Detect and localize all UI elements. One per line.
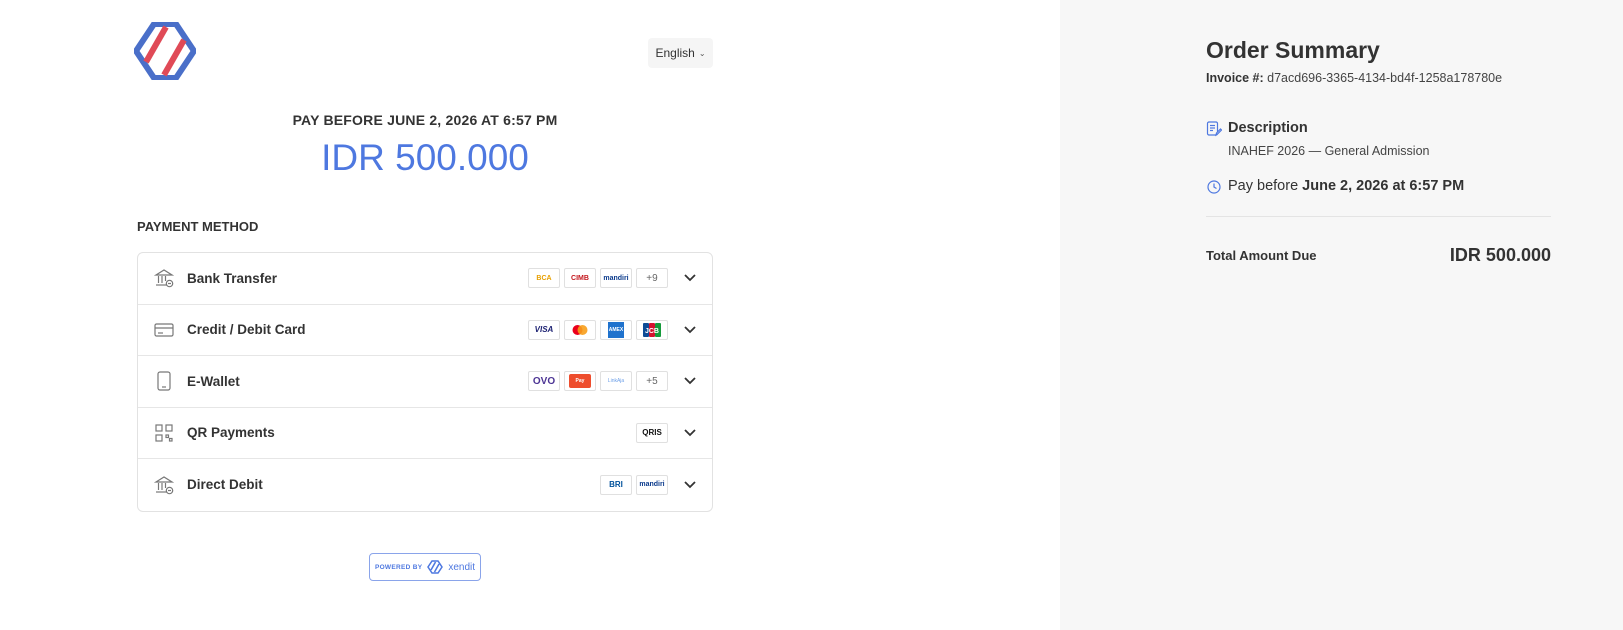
description-label: Description <box>1228 120 1308 136</box>
provider-logo-mastercard <box>564 319 596 340</box>
payment-method-label: Bank Transfer <box>187 270 278 286</box>
provider-logo-amex: AMEX <box>600 319 632 340</box>
payment-method-label: E-Wallet <box>187 373 240 389</box>
language-label: English <box>655 46 695 60</box>
xendit-logo-icon <box>427 560 444 574</box>
payment-method-bank-transfer[interactable]: Bank Transfer BCA CIMB mandiri +9 <box>138 253 712 305</box>
provider-logo-ovo: OVO <box>528 371 560 392</box>
provider-logos: VISA AMEX JCB <box>528 319 668 340</box>
provider-logo-bri: BRI <box>600 474 632 495</box>
chevron-down-icon[interactable] <box>682 322 698 338</box>
chevron-down-icon: ⌄ <box>698 48 706 58</box>
payment-method-label: Direct Debit <box>187 477 263 493</box>
order-summary-panel <box>1060 0 1623 630</box>
svg-text:JCB: JCB <box>645 328 659 335</box>
payment-method-direct-debit[interactable]: Direct Debit BRI mandiri <box>138 459 712 511</box>
pay-before-deadline: Pay before June 2, 2026 at 6:57 PM <box>1228 178 1464 194</box>
pay-before-date: June 2, 2026 at 6:57 PM <box>1302 178 1465 194</box>
payment-method-card[interactable]: Credit / Debit Card VISA AMEX JCB <box>138 305 712 356</box>
provider-logos: BCA CIMB mandiri +9 <box>528 268 668 289</box>
total-amount-value: IDR 500.000 <box>1449 245 1551 265</box>
provider-logos: OVO Pay LinkAja +5 <box>528 371 668 392</box>
card-icon <box>153 319 175 341</box>
invoice-id: d7acd696-3365-4134-bd4f-1258a178780e <box>1267 71 1503 85</box>
language-selector[interactable]: English ⌄ <box>648 38 713 68</box>
provider-logo-shopeepay: Pay <box>564 371 596 392</box>
bank-icon <box>153 474 175 496</box>
payment-method-ewallet[interactable]: E-Wallet OVO Pay LinkAja +5 <box>138 356 712 408</box>
provider-logos: QRIS <box>636 422 668 443</box>
provider-logos: BRI mandiri <box>600 474 668 495</box>
document-edit-icon <box>1206 121 1222 137</box>
payment-method-list: Bank Transfer BCA CIMB mandiri +9 Credit… <box>137 252 713 512</box>
chevron-down-icon[interactable] <box>682 270 698 286</box>
payment-method-heading: PAYMENT METHOD <box>137 219 259 234</box>
order-summary-title: Order Summary <box>1206 37 1380 63</box>
more-providers-count: +9 <box>636 268 668 289</box>
payment-panel: English ⌄ PAY BEFORE JUNE 2, 2026 AT 6:5… <box>0 0 1060 630</box>
xendit-brand: xendit <box>448 561 476 573</box>
payment-method-qr[interactable]: QR Payments QRIS <box>138 408 712 459</box>
provider-logo-mandiri: mandiri <box>636 474 668 495</box>
total-amount-label: Total Amount Due <box>1206 248 1317 263</box>
invoice-number: Invoice #: d7acd696-3365-4134-bd4f-1258a… <box>1206 71 1502 85</box>
bank-icon <box>153 267 175 289</box>
chevron-down-icon[interactable] <box>682 425 698 441</box>
phone-icon <box>153 370 175 392</box>
provider-logo-visa: VISA <box>528 319 560 340</box>
powered-by-label: POWERED BY <box>374 563 423 571</box>
provider-logo-cimb: CIMB <box>564 268 596 289</box>
pay-before-prefix: Pay before <box>1228 178 1299 194</box>
provider-logo-jcb: JCB <box>636 319 668 340</box>
merchant-logo <box>134 22 196 80</box>
chevron-down-icon[interactable] <box>682 373 698 389</box>
payment-method-label: QR Payments <box>187 425 275 441</box>
powered-by-xendit-badge[interactable]: POWERED BY xendit <box>369 553 481 581</box>
qr-icon <box>153 422 175 444</box>
payment-amount: IDR 500.000 <box>321 137 529 178</box>
provider-logo-qris: QRIS <box>636 422 668 443</box>
chevron-down-icon[interactable] <box>682 477 698 493</box>
provider-logo-mandiri: mandiri <box>600 268 632 289</box>
summary-divider <box>1206 216 1551 217</box>
provider-logo-bca: BCA <box>528 268 560 289</box>
more-providers-count: +5 <box>636 371 668 392</box>
provider-logo-linkaja: LinkAja <box>600 371 632 392</box>
invoice-label: Invoice #: <box>1206 71 1264 85</box>
pay-before-banner: PAY BEFORE JUNE 2, 2026 AT 6:57 PM <box>292 112 558 128</box>
payment-method-label: Credit / Debit Card <box>187 322 306 338</box>
description-text: INAHEF 2026 — General Admission <box>1228 144 1430 158</box>
clock-icon <box>1207 180 1221 194</box>
